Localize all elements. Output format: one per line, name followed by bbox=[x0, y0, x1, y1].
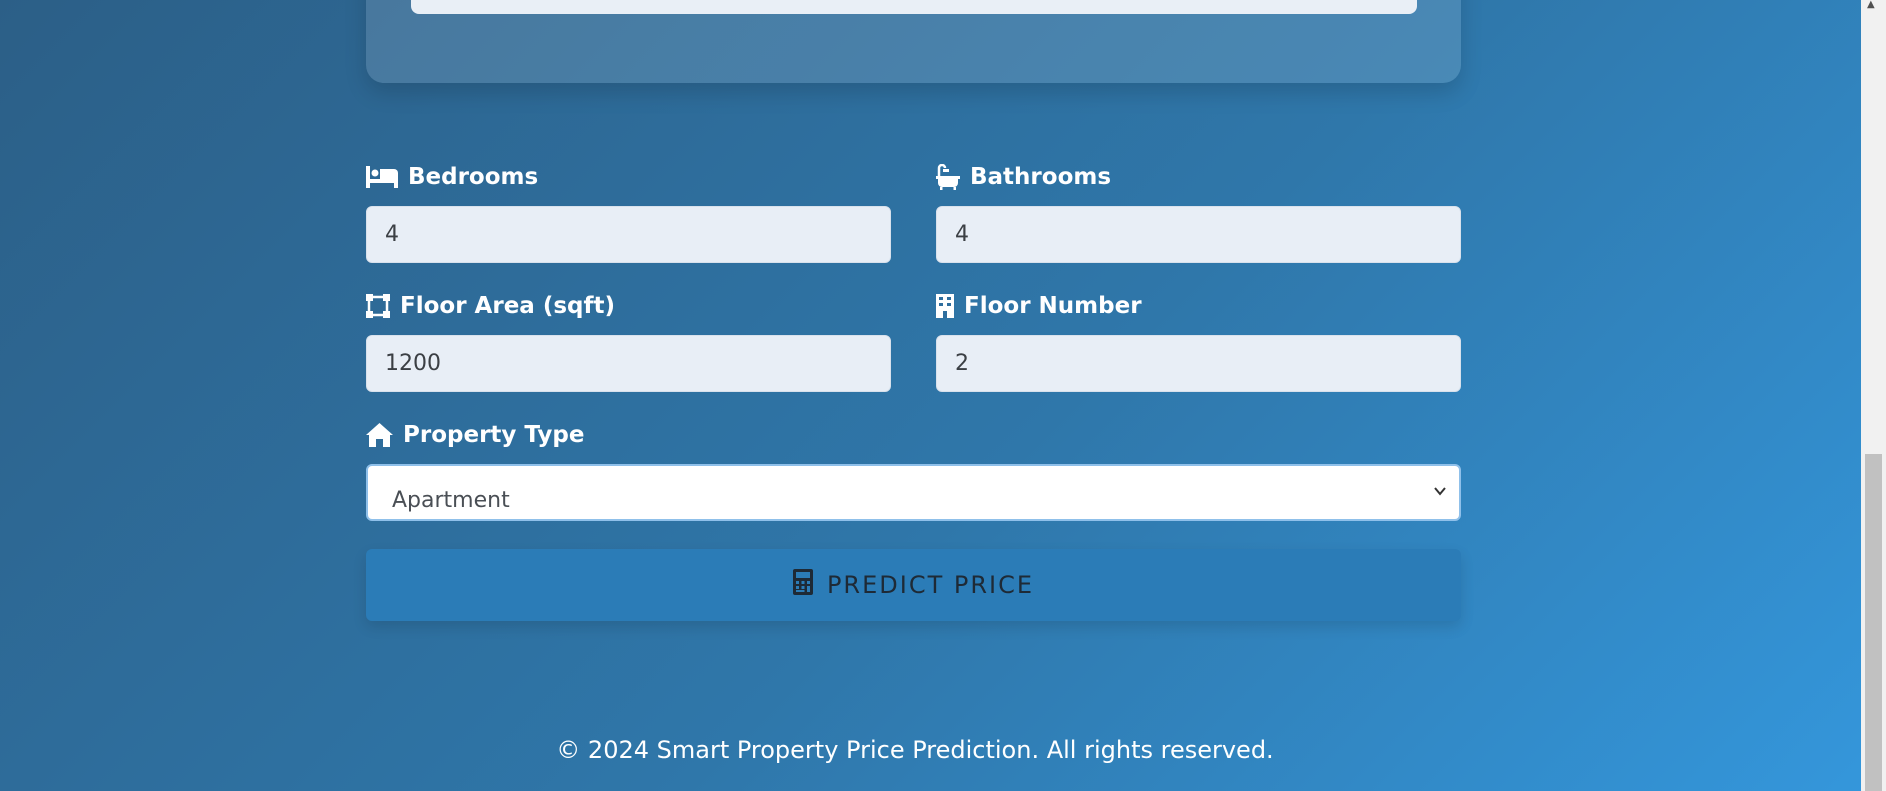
area-icon bbox=[366, 294, 390, 318]
floor-area-group: Floor Area (sqft) 1200 bbox=[366, 289, 891, 392]
floor-number-label: Floor Number bbox=[964, 293, 1142, 319]
predict-price-button[interactable]: PREDICT PRICE bbox=[366, 549, 1461, 621]
previous-input-field[interactable] bbox=[411, 0, 1417, 14]
property-type-label-row: Property Type bbox=[366, 418, 584, 452]
bedrooms-label-row: Bedrooms bbox=[366, 160, 538, 194]
vertical-scrollbar[interactable]: ▲ bbox=[1861, 0, 1886, 791]
bathrooms-group: Bathrooms 4 bbox=[936, 160, 1461, 263]
bedrooms-input[interactable]: 4 bbox=[366, 206, 891, 263]
bedrooms-label: Bedrooms bbox=[408, 164, 539, 190]
building-icon bbox=[936, 294, 954, 318]
home-icon bbox=[366, 423, 393, 447]
scroll-up-arrow-icon[interactable]: ▲ bbox=[1867, 0, 1880, 10]
property-type-label: Property Type bbox=[403, 422, 585, 448]
property-type-select[interactable]: Apartment bbox=[366, 464, 1461, 521]
bedrooms-group: Bedrooms 4 bbox=[366, 160, 891, 263]
bed-icon bbox=[366, 166, 398, 188]
floor-number-label-row: Floor Number bbox=[936, 289, 1142, 323]
floor-number-group: Floor Number 2 bbox=[936, 289, 1461, 392]
predict-price-label: PREDICT PRICE bbox=[826, 571, 1035, 599]
footer-copyright: © 2024 Smart Property Price Prediction. … bbox=[556, 736, 1274, 764]
floor-area-label: Floor Area (sqft) bbox=[400, 293, 615, 319]
bathrooms-label-row: Bathrooms bbox=[936, 160, 1111, 194]
calculator-icon bbox=[792, 569, 813, 601]
bath-icon bbox=[936, 164, 960, 190]
bathrooms-input[interactable]: 4 bbox=[936, 206, 1461, 263]
property-type-group: Property Type Apartment bbox=[366, 418, 1461, 521]
property-type-selected-value: Apartment bbox=[392, 488, 510, 513]
floor-area-input[interactable]: 1200 bbox=[366, 335, 891, 392]
bathrooms-label: Bathrooms bbox=[970, 164, 1112, 190]
floor-number-input[interactable]: 2 bbox=[936, 335, 1461, 392]
previous-form-card bbox=[366, 0, 1461, 83]
scrollbar-thumb[interactable] bbox=[1865, 454, 1882, 791]
floor-area-label-row: Floor Area (sqft) bbox=[366, 289, 615, 323]
chevron-down-icon bbox=[1434, 487, 1446, 496]
